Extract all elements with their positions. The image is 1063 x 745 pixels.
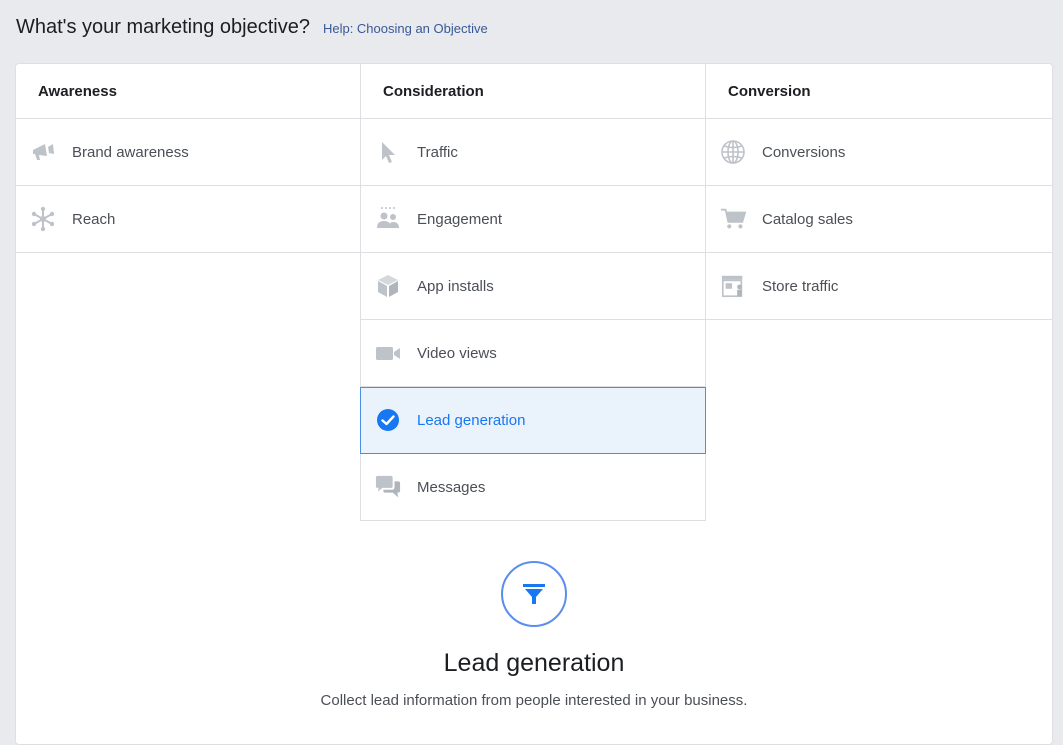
people-icon — [375, 206, 401, 232]
page-header: What's your marketing objective? Help: C… — [16, 16, 488, 39]
objective-card: Awareness Brand awareness Reach Consider… — [15, 63, 1053, 745]
objective-reach[interactable]: Reach — [16, 186, 361, 253]
objective-label: Reach — [72, 210, 116, 228]
column-header-conversion: Conversion — [706, 64, 1052, 119]
objective-label: Catalog sales — [762, 210, 853, 228]
checkmark-icon — [375, 407, 401, 433]
help-link[interactable]: Help: Choosing an Objective — [323, 21, 488, 36]
page-title: What's your marketing objective? — [16, 16, 310, 38]
objective-conversions[interactable]: Conversions — [706, 119, 1052, 186]
objective-label: Traffic — [417, 143, 458, 161]
column-header-consideration: Consideration — [361, 64, 706, 119]
objective-video-views[interactable]: Video views — [360, 320, 706, 387]
chat-bubbles-icon — [375, 474, 401, 500]
reach-icon — [30, 206, 56, 232]
objective-label: Lead generation — [417, 411, 526, 429]
objective-lead-generation[interactable]: Lead generation — [360, 387, 706, 454]
objective-engagement[interactable]: Engagement — [360, 186, 706, 253]
megaphone-icon — [30, 139, 56, 165]
box-icon — [375, 273, 401, 299]
objective-catalog-sales[interactable]: Catalog sales — [706, 186, 1052, 253]
objective-label: Brand awareness — [72, 143, 189, 161]
objective-label: Messages — [417, 478, 486, 496]
cart-icon — [720, 206, 746, 232]
consideration-column: Consideration Traffic Engagement App ins… — [360, 64, 706, 521]
column-header-awareness: Awareness — [16, 64, 361, 119]
objective-label: Conversions — [762, 143, 846, 161]
detail-title: Lead generation — [443, 649, 625, 677]
detail-description: Collect lead information from people int… — [320, 692, 748, 709]
globe-icon — [720, 139, 746, 165]
objective-label: Video views — [417, 344, 497, 362]
awareness-column: Awareness Brand awareness Reach — [16, 64, 361, 253]
storefront-icon — [720, 273, 746, 299]
objective-brand-awareness[interactable]: Brand awareness — [16, 119, 361, 186]
objective-label: Store traffic — [762, 277, 839, 295]
objective-detail: Lead generation Collect lead information… — [16, 561, 1052, 709]
objective-messages[interactable]: Messages — [360, 454, 706, 521]
objective-store-traffic[interactable]: Store traffic — [706, 253, 1052, 320]
objective-app-installs[interactable]: App installs — [360, 253, 706, 320]
objective-label: Engagement — [417, 210, 503, 228]
cursor-icon — [375, 139, 401, 165]
funnel-icon — [501, 561, 567, 627]
conversion-column: Conversion Conversions Catalog sales Sto… — [706, 64, 1052, 320]
video-camera-icon — [375, 340, 401, 366]
objective-traffic[interactable]: Traffic — [360, 119, 706, 186]
objective-label: App installs — [417, 277, 494, 295]
